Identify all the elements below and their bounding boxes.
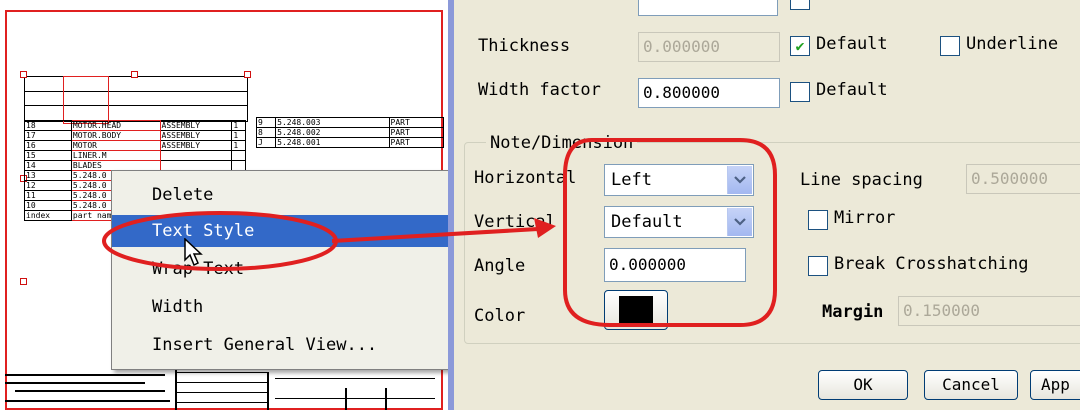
width-factor-default-checkbox[interactable] [790, 82, 810, 102]
break-crosshatching-label: Break Crosshatching [834, 254, 1029, 274]
bom-cell: 12 [24, 180, 72, 191]
bom-cell: 5.248.003 [275, 117, 390, 128]
menu-item-wrap-text[interactable]: Wrap Text [112, 253, 460, 285]
horizontal-select[interactable]: Left [604, 164, 754, 196]
bom-cell: MOTOR.HEAD [70, 120, 161, 131]
bom-cell: MOTOR [70, 140, 161, 151]
bom-cell: 17 [24, 130, 72, 141]
bom-cell: 1 [231, 140, 246, 151]
bom-cell: 10 [24, 200, 72, 211]
title-block-lines [5, 368, 445, 410]
chevron-down-icon[interactable] [727, 208, 752, 236]
bom-cell: PART [388, 117, 445, 128]
bom-cell [159, 150, 233, 161]
bom-cell: J [255, 137, 277, 148]
bom-cell [159, 160, 233, 171]
bom-cell [231, 150, 246, 161]
bom-row: 9 5.248.003 PART [255, 117, 445, 128]
bom-table-header-grid [24, 76, 248, 124]
menu-item-insert-general-view[interactable]: Insert General View... [112, 329, 460, 361]
apply-button[interactable]: App [1030, 370, 1080, 400]
bom-row: 18 MOTOR.HEAD ASSEMBLY 1 [24, 120, 246, 131]
chevron-down-icon[interactable] [727, 166, 752, 194]
bom-cell: 9 [255, 117, 277, 128]
bom-cell: index [24, 210, 72, 221]
mirror-checkbox[interactable] [808, 210, 828, 230]
vertical-select[interactable]: Default [604, 206, 754, 238]
text-style-dialog: Thickness 0.000000 ✔ Default Underline W… [448, 0, 1080, 410]
mirror-label: Mirror [834, 208, 896, 228]
menu-item-delete[interactable]: Delete [112, 179, 460, 211]
bom-cell: PART [388, 127, 445, 138]
context-menu[interactable]: Delete Text Style Wrap Text Width Insert… [111, 170, 461, 370]
line-spacing-field[interactable]: 0.500000 [966, 164, 1080, 194]
mouse-pointer-icon [184, 238, 203, 267]
width-factor-label: Width factor [478, 80, 601, 100]
thickness-default-checkbox[interactable]: ✔ [790, 36, 810, 56]
bom-cell: 5.248.002 [275, 127, 390, 138]
bom-row: 16 MOTOR ASSEMBLY 1 [24, 140, 246, 151]
bom-cell: BLADES [70, 160, 161, 171]
bom-cell: 14 [24, 160, 72, 171]
bom-cell: MOTOR.BODY [70, 130, 161, 141]
bom-cell: ASSEMBLY [159, 140, 233, 151]
cropped-top-field[interactable] [638, 0, 778, 16]
selection-handle[interactable] [20, 71, 27, 78]
line-spacing-label: Line spacing [800, 170, 923, 190]
horizontal-label: Horizontal [474, 168, 577, 188]
bom-cell: 5.248.001 [275, 137, 390, 148]
vertical-label: Vertical [474, 212, 556, 232]
bom-cell: 1 [231, 120, 246, 131]
break-crosshatching-checkbox[interactable] [808, 256, 828, 276]
margin-field[interactable]: 0.150000 [898, 296, 1080, 326]
bom-cell: 11 [24, 190, 72, 201]
menu-item-width[interactable]: Width [112, 291, 460, 323]
underline-checkbox[interactable] [940, 36, 960, 56]
width-factor-default-label: Default [816, 80, 888, 100]
bom-row: 14 BLADES [24, 160, 246, 171]
bom-cell: 18 [24, 120, 72, 131]
bom-row: J 5.248.001 PART [255, 137, 445, 148]
color-label: Color [474, 306, 526, 326]
bom-cell: 8 [255, 127, 277, 138]
bom-table-right[interactable]: 9 5.248.003 PART 8 5.248.002 PART J 5.248.001 PA… [255, 117, 445, 148]
bom-cell: 16 [24, 140, 72, 151]
menu-item-text-style[interactable]: Text Style [112, 215, 460, 247]
thickness-label: Thickness [478, 36, 571, 56]
margin-label: Margin [822, 302, 884, 322]
bom-cell: ASSEMBLY [159, 130, 233, 141]
angle-field[interactable]: 0.000000 [604, 248, 746, 282]
color-swatch-button[interactable] [604, 290, 668, 330]
bom-row: 15 LINER.M [24, 150, 246, 161]
cancel-button[interactable]: Cancel [924, 370, 1018, 400]
width-factor-field[interactable]: 0.800000 [638, 78, 780, 108]
thickness-field[interactable]: 0.000000 [638, 32, 780, 62]
selection-handle[interactable] [244, 71, 251, 78]
cropped-top-checkbox[interactable] [790, 0, 810, 10]
bom-cell: ASSEMBLY [159, 120, 233, 131]
ok-button[interactable]: OK [818, 370, 908, 400]
bom-cell: 15 [24, 150, 72, 161]
bom-cell [231, 160, 246, 171]
selection-handle[interactable] [131, 71, 138, 78]
color-swatch [619, 296, 653, 324]
drawing-canvas[interactable]: 18 MOTOR.HEAD ASSEMBLY 1 17 MOTOR.BODY ASSEMBL… [0, 0, 461, 410]
angle-label: Angle [474, 256, 526, 276]
selection-handle[interactable] [20, 278, 27, 285]
bom-row: 8 5.248.002 PART [255, 127, 445, 138]
thickness-default-label: Default [816, 34, 888, 54]
bom-cell: 1 [231, 130, 246, 141]
note-dimension-title: Note/Dimension [486, 133, 638, 153]
bom-cell: LINER.M [70, 150, 161, 161]
underline-label: Underline [966, 34, 1059, 54]
bom-cell: PART [388, 137, 445, 148]
bom-cell: 13 [24, 170, 72, 181]
bom-row: 17 MOTOR.BODY ASSEMBLY 1 [24, 130, 246, 141]
